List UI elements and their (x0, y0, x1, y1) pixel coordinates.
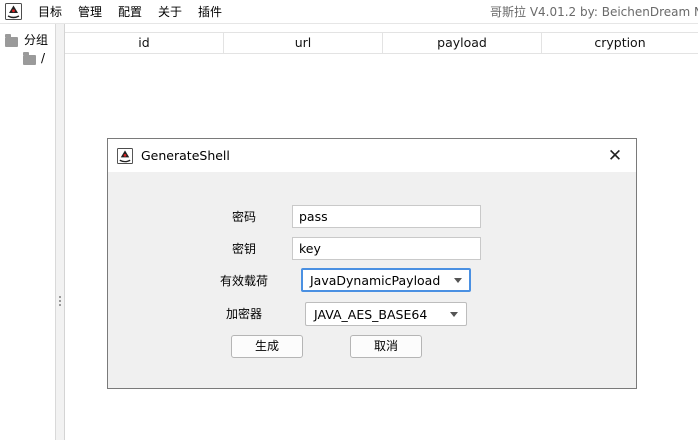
folder-icon (5, 34, 18, 47)
generate-button[interactable]: 生成 (231, 335, 303, 358)
group-tree: 分组 / (0, 24, 56, 440)
window-title: 哥斯拉 V4.01.2 by: BeichenDream N (490, 5, 698, 19)
cryption-select-value: JAVA_AES_BASE64 (314, 307, 428, 322)
column-header-id[interactable]: id (65, 33, 224, 53)
grip-dot (59, 304, 61, 306)
chevron-down-icon (450, 312, 458, 317)
generate-shell-dialog: GenerateShell ✕ 密码 密钥 有效载荷 JavaDynamicPa… (107, 138, 637, 389)
password-label: 密码 (232, 210, 257, 224)
column-header-url[interactable]: url (224, 33, 383, 53)
menu-bar: 目标 管理 配置 关于 插件 哥斯拉 V4.01.2 by: BeichenDr… (0, 0, 698, 24)
grip-dot (59, 296, 61, 298)
tree-child-label: / (41, 51, 46, 65)
payload-label: 有效载荷 (220, 274, 269, 288)
menu-manage[interactable]: 管理 (78, 4, 102, 21)
splitter-handle[interactable] (56, 24, 65, 440)
folder-icon (23, 52, 36, 65)
table-header: id url payload cryption (65, 32, 698, 54)
chevron-down-icon (454, 278, 462, 283)
key-input[interactable] (292, 237, 481, 260)
java-duke-icon (117, 148, 133, 164)
tree-root-group[interactable]: 分组 (4, 33, 56, 49)
password-input[interactable] (292, 205, 481, 228)
column-header-payload[interactable]: payload (383, 33, 542, 53)
payload-select[interactable]: JavaDynamicPayload (301, 268, 471, 292)
payload-select-value: JavaDynamicPayload (310, 273, 441, 288)
dialog-titlebar[interactable]: GenerateShell ✕ (108, 139, 636, 172)
menu-about[interactable]: 关于 (158, 4, 182, 21)
column-header-cryption[interactable]: cryption (542, 33, 698, 53)
cryption-select[interactable]: JAVA_AES_BASE64 (305, 302, 467, 326)
close-icon[interactable]: ✕ (604, 145, 626, 167)
menu-config[interactable]: 配置 (118, 4, 142, 21)
dialog-title: GenerateShell (141, 148, 230, 163)
menu-plugins[interactable]: 插件 (198, 4, 222, 21)
menu-target[interactable]: 目标 (38, 4, 62, 21)
tree-child-root[interactable]: / (22, 51, 56, 67)
java-duke-icon (5, 3, 22, 20)
cancel-button[interactable]: 取消 (350, 335, 422, 358)
grip-dot (59, 300, 61, 302)
tree-root-label: 分组 (24, 33, 49, 47)
key-label: 密钥 (232, 242, 257, 256)
cryption-label: 加密器 (226, 307, 263, 321)
